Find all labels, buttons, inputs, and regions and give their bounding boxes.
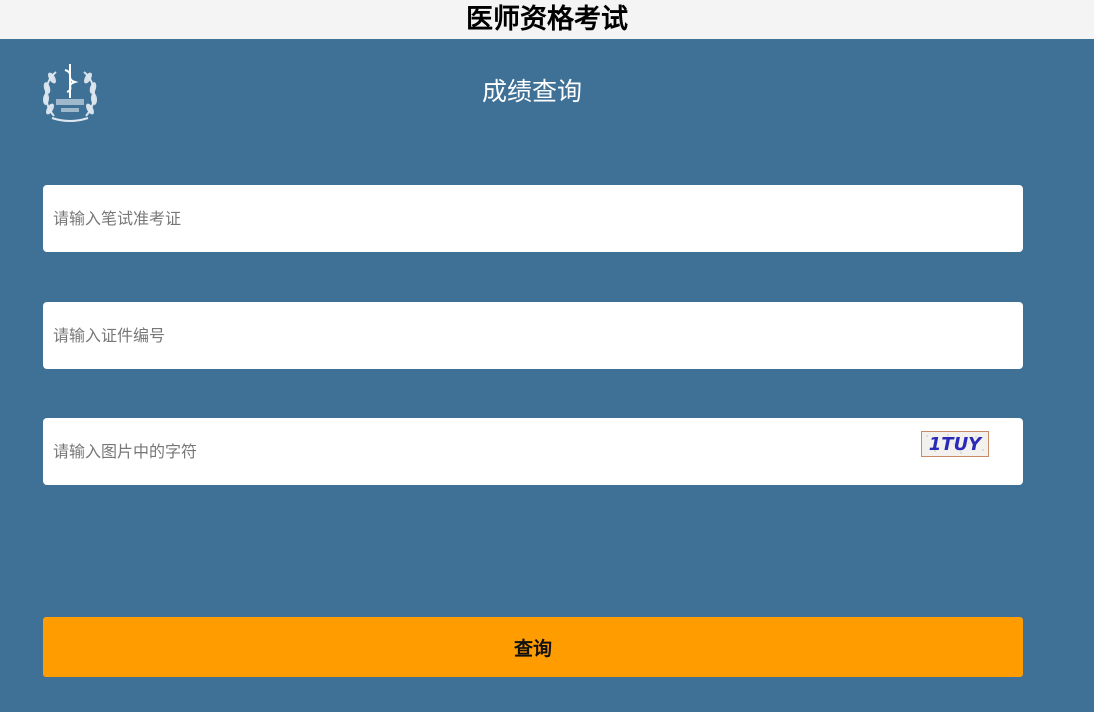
query-title: 成绩查询 xyxy=(481,77,582,106)
page-header: 医师资格考试 xyxy=(0,0,1094,39)
captcha-input[interactable] xyxy=(43,418,903,485)
query-submit-button[interactable]: 查询 xyxy=(43,617,1023,677)
captcha-field: 1TUY xyxy=(43,418,1023,485)
exam-id-input[interactable] xyxy=(43,185,903,252)
id-number-field xyxy=(43,302,1023,369)
page-title: 医师资格考试 xyxy=(466,4,628,35)
captcha-text: 1TUY xyxy=(929,434,983,455)
id-number-input[interactable] xyxy=(43,302,903,369)
query-panel: 成绩查询 1TUY 查询 xyxy=(0,39,1094,712)
captcha-graphic: 1TUY xyxy=(921,431,989,457)
captcha-image[interactable]: 1TUY xyxy=(921,431,989,457)
exam-id-field xyxy=(43,185,1023,252)
